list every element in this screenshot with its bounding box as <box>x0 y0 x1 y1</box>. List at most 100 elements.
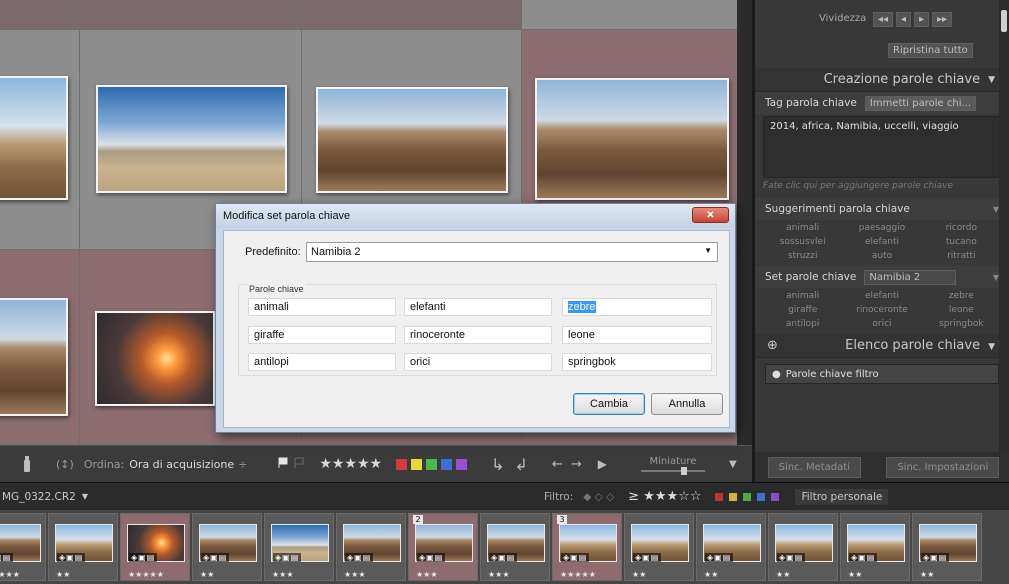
color-swatch-blue[interactable] <box>757 492 766 501</box>
play-icon[interactable]: ▶ <box>598 457 607 471</box>
color-label-swatch[interactable] <box>441 458 453 470</box>
filmstrip-cell[interactable]: ◈▣▤ ★★★ <box>480 513 550 581</box>
rotate-left-icon[interactable]: ↳ <box>491 455 504 474</box>
filmstrip-cell[interactable]: ◈▣▤ ★★ <box>840 513 910 581</box>
grid-cell[interactable] <box>0 30 80 250</box>
keyword-field[interactable]: leone <box>562 326 712 344</box>
filmstrip-cell[interactable]: ◈▣▤ ★★★★★ <box>0 513 46 581</box>
filmstrip-cell[interactable]: ◈▣▤ ★★ <box>624 513 694 581</box>
reset-all-button[interactable]: Ripristina tutto <box>888 43 973 58</box>
sort-direction-icon[interactable]: (↕) <box>56 458 74 471</box>
color-swatch-green[interactable] <box>743 492 752 501</box>
preset-select[interactable]: Namibia 2 ▼ <box>306 242 718 262</box>
filmstrip-cell[interactable]: ◈▣▤ ★★★★★ 3 <box>552 513 622 581</box>
keyword-suggestion[interactable]: paesaggio <box>842 222 921 234</box>
panel-scrollbar[interactable] <box>999 0 1009 452</box>
spray-can-icon[interactable] <box>22 455 32 473</box>
chevron-down-icon[interactable]: ▼ <box>729 459 737 470</box>
vividness-decrease-more[interactable]: ◂◂ <box>873 12 894 27</box>
keyword-field[interactable]: giraffe <box>248 326 396 344</box>
color-filter[interactable] <box>715 492 783 501</box>
filter-keywords-field[interactable]: ● Parole chiave filtro <box>765 364 999 384</box>
keyword-set-item[interactable]: zebre <box>922 290 1001 302</box>
sync-metadata-button[interactable]: Sinc. Metadati <box>767 456 861 478</box>
filmstrip-cell[interactable]: ◈▣▤ ★★★ <box>336 513 406 581</box>
next-icon[interactable]: → <box>571 457 582 472</box>
badge-icons[interactable]: ◈▣▤ <box>849 553 878 562</box>
badge-icons[interactable]: ◈▣▤ <box>561 553 590 562</box>
filmstrip-cell[interactable]: ◈▣▤ ★★★★★ <box>120 513 190 581</box>
filmstrip-cell[interactable]: ◈▣▤ ★★ <box>48 513 118 581</box>
keyword-suggestion[interactable]: auto <box>842 250 921 262</box>
vividness-increase-more[interactable]: ▸▸ <box>932 12 953 27</box>
badge-icons[interactable]: ◈▣▤ <box>777 553 806 562</box>
keyword-suggestions-header[interactable]: Suggerimenti parola chiave ▼ <box>755 198 1009 220</box>
keyword-suggestion[interactable]: animali <box>763 222 842 234</box>
scrollbar-thumb[interactable] <box>1001 10 1007 32</box>
badge-icons[interactable]: ◈▣▤ <box>129 553 158 562</box>
cancel-button[interactable]: Annulla <box>651 393 723 415</box>
add-keywords-field[interactable]: Fate clic qui per aggiungere parole chia… <box>763 181 1001 196</box>
keyword-set-item[interactable]: elefanti <box>842 290 921 302</box>
keyword-set-item[interactable]: springbok <box>922 318 1001 330</box>
keyword-set-item[interactable]: animali <box>763 290 842 302</box>
color-swatch-purple[interactable] <box>771 492 780 501</box>
rotate-right-icon[interactable]: ↲ <box>515 455 528 474</box>
chevron-down-icon[interactable]: ▼ <box>82 492 88 501</box>
previous-icon[interactable]: ← <box>552 457 563 472</box>
keyword-field[interactable]: antilopi <box>248 353 396 371</box>
filmstrip-cell[interactable]: ◈▣▤ ★★ <box>192 513 262 581</box>
sync-settings-button[interactable]: Sinc. Impostazioni <box>886 456 1000 478</box>
photo-thumbnail[interactable] <box>0 76 68 200</box>
keyword-suggestion[interactable]: struzzi <box>763 250 842 262</box>
badge-icons[interactable]: ◈▣▤ <box>417 553 446 562</box>
badge-icons[interactable]: ◈▣▤ <box>273 553 302 562</box>
photo-thumbnail[interactable] <box>95 311 215 406</box>
keyword-tags-mode-select[interactable]: Immetti parole chi... <box>864 95 977 111</box>
badge-icons[interactable]: ◈▣▤ <box>345 553 374 562</box>
photo-thumbnail[interactable] <box>535 78 729 200</box>
keyword-field[interactable]: elefanti <box>404 298 552 316</box>
keyword-set-item[interactable]: leone <box>922 304 1001 316</box>
dialog-title-bar[interactable]: Modifica set parola chiave <box>216 204 735 228</box>
color-swatch-yellow[interactable] <box>729 492 738 501</box>
flag-pick-icon[interactable] <box>277 457 289 472</box>
photo-thumbnail[interactable] <box>96 85 287 193</box>
filmstrip-cell[interactable]: ◈▣▤ ★★ <box>912 513 982 581</box>
badge-icons[interactable]: ◈▣▤ <box>489 553 518 562</box>
grid-cell-selected[interactable] <box>0 250 80 445</box>
rating-stars[interactable]: ★★★★★ <box>319 456 382 472</box>
keyword-set-item[interactable]: orici <box>842 318 921 330</box>
keyword-suggestion[interactable]: sossusvlei <box>763 236 842 248</box>
keyword-set-item[interactable]: antilopi <box>763 318 842 330</box>
keyword-suggestion[interactable]: elefanti <box>842 236 921 248</box>
badge-icons[interactable]: ◈▣▤ <box>57 553 86 562</box>
photo-thumbnail[interactable] <box>316 87 508 193</box>
thumbnail-slider[interactable] <box>640 467 705 475</box>
grid-scrollbar[interactable] <box>737 0 745 445</box>
vividness-increase[interactable]: ▸ <box>914 12 930 27</box>
keyword-field[interactable]: rinoceronte <box>404 326 552 344</box>
color-label-swatch[interactable] <box>456 458 468 470</box>
flag-reject-icon[interactable] <box>293 457 305 472</box>
slider-handle[interactable] <box>680 467 687 475</box>
keyword-set-item[interactable]: rinoceronte <box>842 304 921 316</box>
keyword-suggestion[interactable]: tucano <box>922 236 1001 248</box>
sort-value[interactable]: Ora di acquisizione <box>129 458 234 471</box>
badge-icons[interactable]: ◈▣▤ <box>633 553 662 562</box>
keyword-list-header[interactable]: ⊕ Elenco parole chiave ▼ <box>755 334 1009 358</box>
badge-icons[interactable]: ◈▣▤ <box>0 553 14 562</box>
filmstrip-cell[interactable]: ◈▣▤ ★★ <box>768 513 838 581</box>
color-label-swatch[interactable] <box>411 458 423 470</box>
color-label-swatch[interactable] <box>396 458 408 470</box>
keyword-field[interactable]: animali <box>248 298 396 316</box>
photo-thumbnail[interactable] <box>0 298 68 416</box>
keyword-text-area[interactable]: 2014, africa, Namibia, uccelli, viaggio <box>763 116 1001 178</box>
badge-icons[interactable]: ◈▣▤ <box>921 553 950 562</box>
filmstrip-cell[interactable]: ◈▣▤ ★★ <box>696 513 766 581</box>
color-swatch-red[interactable] <box>715 492 724 501</box>
keyword-field[interactable]: zebre <box>562 298 712 316</box>
chevron-down-icon[interactable]: ▼ <box>704 246 712 255</box>
add-keyword-icon[interactable]: ⊕ <box>767 338 778 353</box>
badge-icons[interactable]: ◈▣▤ <box>705 553 734 562</box>
